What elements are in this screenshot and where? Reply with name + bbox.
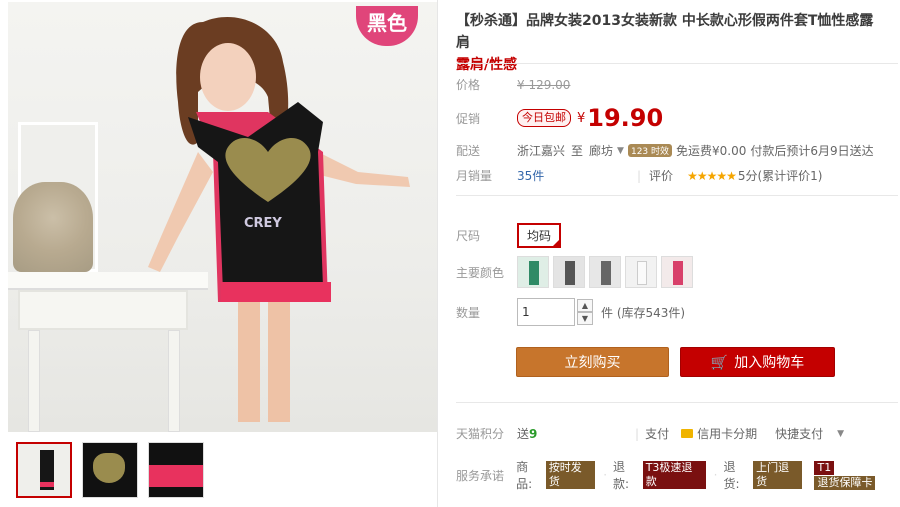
credit-card-icon: [681, 429, 694, 438]
quantity-label: 数量: [456, 305, 481, 320]
currency-symbol: ¥: [577, 110, 586, 126]
original-price-label: 价格: [456, 78, 481, 92]
add-to-cart-label: 加入购物车: [734, 355, 805, 371]
chevron-down-icon[interactable]: ▼: [617, 146, 624, 156]
shipping-fee: 免运费¥0.00: [676, 144, 747, 158]
table-leg: [28, 330, 40, 432]
increment-icon[interactable]: ▲: [577, 299, 593, 312]
thumbnail-2[interactable]: [82, 442, 138, 498]
fast-refund-badge: T3极速退款: [642, 461, 706, 489]
buy-now-button[interactable]: 立刻购买: [516, 347, 669, 377]
points-label: 天猫积分: [456, 427, 505, 441]
color-swatch-green[interactable]: [517, 256, 549, 288]
promo-price-row: 促销 今日包邮 ¥ 19.90: [456, 104, 663, 132]
divider: [456, 195, 898, 196]
plant-decoration: [13, 182, 93, 272]
refund-label: 退款:: [613, 460, 630, 491]
service-label: 服务承诺: [456, 468, 505, 483]
rating-text[interactable]: 5分(累计评价1): [738, 167, 823, 184]
thumbnail-strip: [16, 442, 204, 498]
quantity-stepper[interactable]: ▲ ▼: [577, 299, 593, 325]
separator: |: [637, 168, 642, 183]
title-highlight: 露肩/性感: [456, 57, 518, 73]
separator: ·: [713, 468, 718, 482]
title-prefix: 【秒杀通】: [456, 13, 526, 29]
on-time-delivery-badge: 按时发货: [545, 461, 596, 489]
chevron-down-icon[interactable]: ▼: [837, 429, 844, 439]
separator: ·: [603, 468, 608, 482]
star-rating-icon: ★★★★★: [687, 168, 737, 183]
divider: [437, 0, 438, 507]
return-guarantee-badge: 退货保障卡: [814, 476, 876, 490]
promo-label: 促销: [456, 111, 481, 126]
rating-label: 评价: [649, 169, 674, 183]
product-gallery: CREY 黑色: [0, 0, 440, 507]
add-to-cart-button[interactable]: 🛒 加入购物车: [680, 347, 835, 377]
original-price: ¥ 129.00: [517, 77, 571, 92]
product-title: 【秒杀通】品牌女装2013女装新款 中长款心形假两件套T恤性感露肩 露肩/性感: [456, 10, 886, 76]
main-product-image[interactable]: CREY 黑色: [8, 2, 437, 432]
ship-from: 浙江嘉兴: [517, 144, 566, 158]
home-pickup-badge: 上门退货: [753, 461, 803, 489]
product-info: 【秒杀通】品牌女装2013女装新款 中长款心形假两件套T恤性感露肩 露肩/性感: [456, 10, 896, 76]
free-shipping-tag: 今日包邮: [517, 109, 571, 127]
return-card: T1退货保障卡: [812, 460, 900, 490]
divider: [456, 63, 898, 64]
goods-label: 商品:: [516, 460, 533, 491]
promo-price: 19.90: [587, 104, 664, 132]
shipping-row: 配送 浙江嘉兴 至 廊坊 ▼ 123 时效 免运费¥0.00 付款后预计6月9日…: [456, 142, 874, 159]
installment-option[interactable]: 信用卡分期: [697, 425, 757, 442]
cart-icon: 🛒: [710, 355, 729, 371]
color-label: 主要颜色: [456, 265, 505, 280]
stock-text: 件 (库存543件): [601, 305, 686, 320]
shipping-label: 配送: [456, 144, 481, 158]
size-label: 尺码: [456, 229, 481, 243]
delivery-speed-tag: 123 时效: [627, 144, 673, 157]
separator: |: [635, 426, 640, 441]
svg-text:CREY: CREY: [244, 216, 282, 231]
return-label: 退货:: [723, 460, 740, 491]
t1-badge: T1: [814, 461, 835, 475]
delivery-eta: 付款后预计6月9日送达: [750, 144, 874, 158]
color-swatch-red[interactable]: [661, 256, 693, 288]
points-row: 天猫积分 送 9 | 支付 信用卡分期 快捷支付 ▼: [456, 425, 844, 442]
sales-count: 35件: [517, 169, 545, 183]
divider: [456, 402, 898, 403]
ship-to-select[interactable]: 廊坊: [589, 142, 613, 159]
points-value: 9: [529, 426, 538, 441]
color-swatch-white[interactable]: [625, 256, 657, 288]
pay-label: 支付: [645, 427, 670, 441]
color-row: 主要颜色: [456, 256, 697, 288]
ship-to-word: 至: [571, 144, 584, 158]
decrement-icon[interactable]: ▼: [577, 312, 593, 325]
thumbnail-1[interactable]: [16, 442, 72, 498]
color-swatch-gray[interactable]: [553, 256, 585, 288]
points-prefix: 送: [517, 427, 530, 441]
model-figure: CREY: [148, 16, 410, 422]
thumbnail-3[interactable]: [148, 442, 204, 498]
quantity-input[interactable]: 1: [517, 298, 575, 326]
quantity-row: 数量 1 ▲ ▼ 件 (库存543件): [456, 298, 685, 326]
service-row: 服务承诺 商品: 按时发货 · 退款: T3极速退款 · 退货: 上门退货 T1…: [456, 458, 900, 492]
size-option-selected[interactable]: 均码: [517, 223, 562, 248]
color-swatch-pink[interactable]: [589, 256, 621, 288]
sales-label: 月销量: [456, 169, 493, 183]
quick-pay-option[interactable]: 快捷支付: [775, 425, 823, 442]
original-price-row: 价格 ¥ 129.00: [456, 76, 570, 93]
size-row: 尺码 均码: [456, 223, 562, 248]
sales-row: 月销量 35件 | 评价 ★★★★★ 5分(累计评价1): [456, 167, 823, 184]
